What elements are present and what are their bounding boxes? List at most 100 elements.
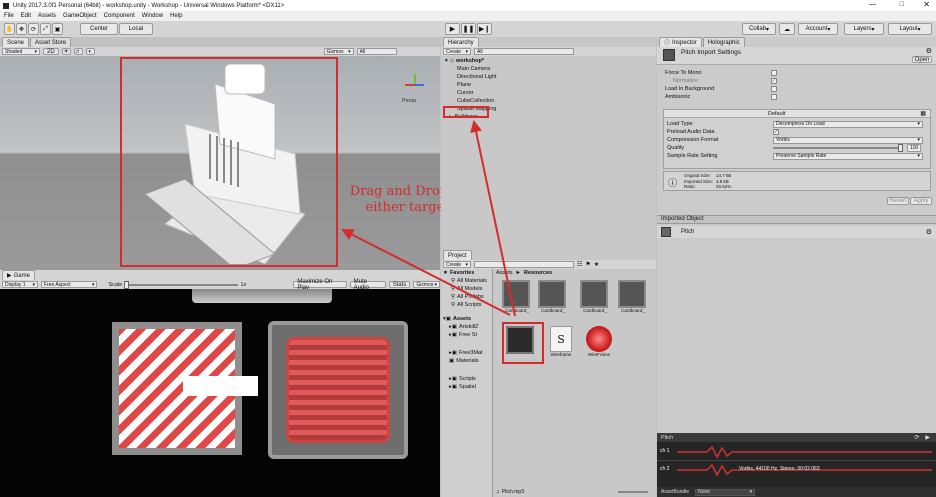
menu-gameobject[interactable]: GameObject — [63, 13, 97, 19]
minimize-button[interactable]: — — [869, 1, 876, 8]
tab-hierarchy[interactable]: Hierarchy — [443, 37, 479, 47]
force-mono-checkbox[interactable] — [771, 70, 777, 76]
apply-button[interactable]: Apply — [910, 197, 932, 205]
collab-button[interactable]: Collab ▾ — [742, 23, 776, 35]
menu-file[interactable]: File — [4, 13, 14, 19]
preload-checkbox[interactable]: ✓ — [773, 129, 779, 135]
favorites-folder[interactable]: ★ Favorites — [441, 269, 492, 277]
asset-item[interactable]: Cardboard_ — [502, 280, 532, 313]
tab-scene[interactable]: Scene — [2, 37, 30, 47]
tab-holographic[interactable]: Holographic — [702, 37, 745, 47]
layout-button[interactable]: Layout ▾ — [888, 23, 932, 35]
hierarchy-item-plane[interactable]: Plane — [445, 81, 645, 89]
move-tool-icon[interactable]: ✥ — [16, 23, 27, 35]
ambisonic-checkbox[interactable] — [771, 94, 777, 100]
loop-icon[interactable]: ⟳ — [914, 434, 919, 441]
quality-value[interactable]: 100 — [907, 144, 922, 152]
scale-slider-thumb[interactable] — [124, 280, 130, 289]
asset-folder[interactable]: ▸▣ ArtskillZ — [441, 323, 492, 331]
assets-folder[interactable]: ▾▣ Assets — [441, 315, 492, 323]
asset-item[interactable]: Cardboard_ — [618, 280, 648, 313]
menu-window[interactable]: Window — [142, 13, 163, 19]
close-button[interactable]: ✕ — [923, 0, 930, 9]
revert-button[interactable]: Revert — [887, 197, 909, 205]
effects-icon[interactable]: ◐ — [85, 48, 95, 55]
game-viewport[interactable] — [0, 289, 440, 497]
thumbnail-size-slider[interactable] — [618, 491, 648, 493]
tab-game[interactable]: ▶ Game — [2, 270, 35, 280]
quality-slider[interactable] — [773, 144, 903, 152]
settings-gear-icon[interactable]: ⚙ — [926, 228, 932, 236]
assetbundle-dropdown[interactable]: None ▾ — [695, 488, 756, 496]
stats-toggle[interactable]: Stats — [388, 281, 411, 288]
local-toggle[interactable]: Local — [119, 23, 153, 35]
hierarchy-item-cursor[interactable]: Cursor — [445, 89, 645, 97]
scale-tool-icon[interactable]: ⤢ — [40, 23, 51, 35]
orientation-gizmo[interactable] — [404, 74, 426, 96]
asset-item[interactable]: Cardboard_ — [580, 280, 610, 313]
hierarchy-create-dropdown[interactable]: Create ▾ — [443, 48, 471, 55]
filter-icon[interactable]: ☷ — [577, 261, 582, 268]
asset-folder[interactable]: ▸▣ Spatial — [441, 383, 492, 391]
asset-folder[interactable]: ▣ Materials — [441, 357, 492, 365]
mode-2d-toggle[interactable]: 2D — [43, 48, 59, 55]
quality-slider-thumb[interactable] — [898, 144, 903, 152]
menu-component[interactable]: Component — [104, 13, 135, 19]
hierarchy-search[interactable]: All — [474, 48, 574, 55]
audio-icon[interactable]: ♬ — [73, 48, 83, 55]
hierarchy-item-cubecollection[interactable]: CubeCollection — [445, 97, 645, 105]
open-button[interactable]: Open — [912, 56, 932, 63]
account-button[interactable]: Account ▾ — [798, 23, 838, 35]
asset-folder[interactable]: ▸▣ Free St — [441, 331, 492, 339]
asset-folder[interactable]: ▸▣ Scripts — [441, 375, 492, 383]
breadcrumb-resources[interactable]: Resources — [524, 270, 552, 276]
step-icon[interactable]: ▶❙ — [477, 23, 492, 35]
asset-folder[interactable]: ▸▣ Free3Mat — [441, 349, 492, 357]
scene-gizmos-dropdown[interactable]: Gizmos ▾ — [323, 48, 354, 55]
load-type-dropdown[interactable]: Decompress On Load ▾ — [773, 120, 923, 128]
mute-audio-toggle[interactable]: Mute Audio — [349, 279, 386, 291]
tab-project[interactable]: Project — [443, 250, 472, 260]
scale-slider[interactable] — [124, 280, 238, 289]
load-background-checkbox[interactable] — [771, 86, 777, 92]
breadcrumb-assets[interactable]: Assets — [496, 270, 513, 276]
rotate-tool-icon[interactable]: ⟳ — [28, 23, 39, 35]
favorite-item[interactable]: ⚲ All Materials — [441, 277, 492, 285]
star-icon[interactable]: ★ — [594, 261, 599, 268]
compression-dropdown[interactable]: Vorbis ▾ — [773, 136, 923, 144]
maximize-button[interactable]: □ — [900, 1, 904, 8]
aspect-dropdown[interactable]: Free Aspect ▾ — [40, 281, 98, 288]
display-dropdown[interactable]: Display 1 ▾ — [2, 281, 38, 288]
hierarchy-scene-root[interactable]: ▾ ◇ workshop* — [445, 57, 645, 65]
label-icon[interactable]: ⚑ — [585, 261, 590, 268]
game-gizmos-dropdown[interactable]: Gizmos ▾ — [413, 281, 440, 288]
menu-assets[interactable]: Assets — [38, 13, 56, 19]
normalize-checkbox[interactable]: ✓ — [771, 78, 777, 84]
scene-search[interactable]: All — [356, 48, 397, 55]
platform-default-tab[interactable]: Default — [768, 111, 785, 117]
asset-item[interactable]: S Wireframe — [546, 326, 576, 357]
project-create-dropdown[interactable]: Create ▾ — [443, 261, 471, 268]
hierarchy-item-directional-light[interactable]: Directional Light — [445, 73, 645, 81]
favorite-item[interactable]: ⚲ All Prefabs — [441, 293, 492, 301]
windows-platform-icon[interactable]: ▦ — [920, 110, 926, 117]
lighting-icon[interactable]: ☀ — [61, 48, 71, 55]
play-icon[interactable]: ▶ — [445, 23, 460, 35]
favorite-item[interactable]: ⚲ All Models — [441, 285, 492, 293]
play-preview-icon[interactable]: ▶ — [925, 434, 930, 441]
rect-tool-icon[interactable]: ▣ — [52, 23, 63, 35]
layers-button[interactable]: Layers ▾ — [844, 23, 884, 35]
shading-dropdown[interactable]: Shaded ▾ — [2, 48, 40, 55]
pause-icon[interactable]: ❚❚ — [461, 23, 476, 35]
center-toggle[interactable]: Center — [80, 23, 118, 35]
tab-inspector[interactable]: ⓘ Inspector — [659, 37, 702, 47]
maximize-on-play-toggle[interactable]: Maximize On Play — [293, 279, 347, 291]
hierarchy-item-main-camera[interactable]: Main Camera — [445, 65, 645, 73]
asset-item[interactable]: Cardboard_ — [538, 280, 568, 313]
hand-tool-icon[interactable]: ✋ — [4, 23, 15, 35]
tab-asset-store[interactable]: Asset Store — [30, 37, 72, 47]
imported-object-row[interactable]: Pitch ⚙ — [657, 226, 936, 238]
cloud-icon[interactable]: ☁ — [779, 23, 795, 35]
sample-rate-dropdown[interactable]: Preserve Sample Rate ▾ — [773, 152, 923, 160]
project-search[interactable] — [474, 261, 574, 268]
